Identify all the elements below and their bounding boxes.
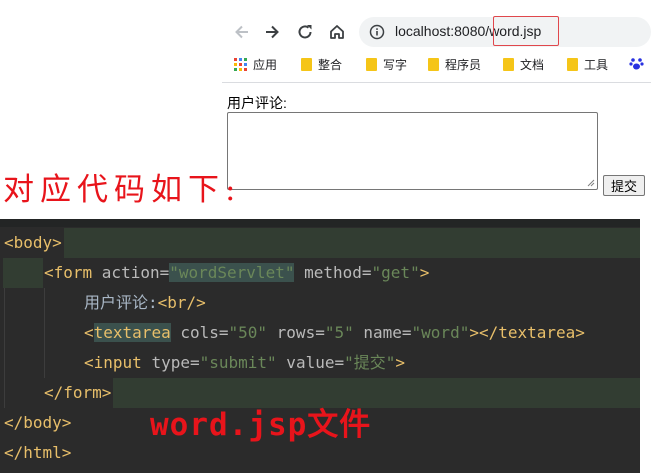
bookmark-folder[interactable]: 整合 xyxy=(301,56,342,73)
folder-icon xyxy=(366,58,377,71)
folder-icon xyxy=(567,58,578,71)
arrow-left-icon[interactable] xyxy=(230,20,254,44)
bookmarks-bar: 应用 整合 写字 程序员 文档 工具 xyxy=(222,52,651,76)
code-token: type= xyxy=(151,353,200,372)
code-line-form-open: <form action="wordServlet" method="get"> xyxy=(44,258,429,288)
comment-textarea[interactable] xyxy=(227,112,598,190)
code-token: action= xyxy=(101,263,170,282)
caption-text: 对应代码如下: xyxy=(3,172,242,208)
browser-chrome: localhost:8080/word.jsp 应用 整合 写字 程序员 文档 xyxy=(222,0,651,84)
home-icon[interactable] xyxy=(325,20,349,44)
code-token: </body> xyxy=(4,413,72,432)
code-token: "5" xyxy=(324,323,354,342)
code-token: "50" xyxy=(228,323,268,342)
code-line-textarea: <textarea cols="50" rows="5" name="word"… xyxy=(84,318,585,348)
bookmark-label: 文档 xyxy=(520,58,545,72)
comment-label: 用户评论: xyxy=(227,95,287,111)
code-editor: <body> <form action="wordServlet" method… xyxy=(0,219,640,473)
code-token: <input xyxy=(84,353,152,372)
bookmark-folder[interactable]: 文档 xyxy=(503,56,544,73)
code-token: <body> xyxy=(4,233,62,252)
code-token: name= xyxy=(353,323,412,342)
folder-icon xyxy=(428,58,439,71)
code-token: > xyxy=(419,263,430,282)
code-line-html-close: </html> xyxy=(4,438,71,468)
arrow-right-icon[interactable] xyxy=(260,20,284,44)
resize-grip-icon[interactable] xyxy=(587,179,595,187)
code-line-body-open: <body> xyxy=(4,228,62,258)
url-highlight-box xyxy=(493,16,559,46)
bookmark-folder[interactable]: 工具 xyxy=(567,56,608,73)
folder-icon xyxy=(503,58,514,71)
code-line-input: <input type="submit" value="提交"> xyxy=(84,348,405,378)
code-token: "submit" xyxy=(199,353,277,372)
code-token: "wordServlet" xyxy=(169,263,295,282)
code-token: textarea xyxy=(93,323,171,342)
code-token: cols= xyxy=(170,323,229,342)
bookmark-label: 程序员 xyxy=(445,58,482,72)
line-highlight xyxy=(64,228,640,258)
file-annotation: word.jsp文件 xyxy=(150,407,372,443)
code-token: rows= xyxy=(267,323,325,342)
code-line-label: 用户评论:<br/> xyxy=(84,288,206,318)
reload-icon[interactable] xyxy=(293,20,317,44)
bookmark-label: 整合 xyxy=(318,58,343,72)
code-token: "提交" xyxy=(344,353,396,372)
baidu-paw-icon[interactable] xyxy=(629,56,644,71)
url-host: localhost:8080 xyxy=(395,23,486,39)
code-token: "get" xyxy=(371,263,420,282)
code-token: </html> xyxy=(4,443,72,462)
code-token: > xyxy=(395,353,406,372)
bookmark-label: 应用 xyxy=(253,58,278,72)
submit-button[interactable]: 提交 xyxy=(603,175,645,196)
editor-top-strip xyxy=(0,219,640,227)
code-token: < xyxy=(84,323,94,342)
indent-guide xyxy=(44,288,45,378)
code-token: 用户评论: xyxy=(84,293,158,312)
code-token: <form xyxy=(44,263,102,282)
bookmark-label: 工具 xyxy=(584,58,609,72)
code-token: </form> xyxy=(44,383,112,402)
apps-grid-icon xyxy=(234,58,247,71)
bookmark-folder[interactable]: 写字 xyxy=(366,56,407,73)
bookmark-label: 写字 xyxy=(383,58,408,72)
code-token: method= xyxy=(294,263,372,282)
bookmark-folder[interactable]: 程序员 xyxy=(428,56,481,73)
code-token: ></textarea> xyxy=(469,323,585,342)
toolbar-divider xyxy=(222,82,651,83)
code-token: <br/> xyxy=(157,293,206,312)
indent-guide xyxy=(4,288,5,408)
code-line-form-close: </form> xyxy=(44,378,111,408)
line-highlight xyxy=(3,258,43,288)
info-icon[interactable] xyxy=(369,24,385,40)
code-token: value= xyxy=(276,353,345,372)
code-line-body-close: </body> xyxy=(4,408,71,438)
bookmark-apps[interactable]: 应用 xyxy=(234,56,277,73)
folder-icon xyxy=(301,58,312,71)
code-token: "word" xyxy=(411,323,470,342)
